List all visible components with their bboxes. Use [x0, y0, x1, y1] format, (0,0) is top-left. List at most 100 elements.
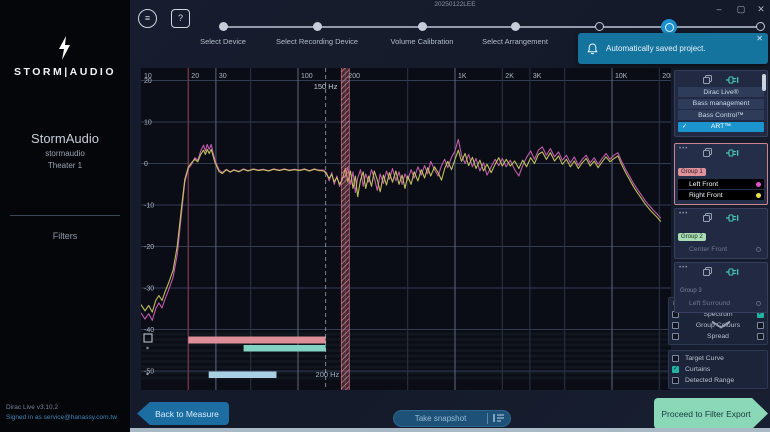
chart-canvas: 1020301002001K2K3K10K20K20100-10-20-30-4…	[140, 68, 675, 390]
scrollbar-thumb[interactable]	[762, 74, 766, 91]
theater-name: Theater 1	[47, 161, 83, 170]
svg-text:30: 30	[219, 73, 227, 80]
sidebar: STORM|AUDIO StormAudio stormaudio Theate…	[0, 0, 130, 432]
svg-text:150 Hz: 150 Hz	[314, 82, 338, 91]
svg-text:-20: -20	[144, 244, 154, 251]
product-name: StormAudio	[31, 131, 99, 146]
view-options-panel: Target Curve ✓ Curtains Detected Range	[668, 350, 768, 389]
channel-color-dot	[756, 181, 761, 187]
plug-icon[interactable]	[726, 213, 739, 222]
svg-text:1K: 1K	[458, 73, 467, 80]
processing-item-basscontrol[interactable]: Bass Control™	[678, 110, 764, 120]
notification-text: Automatically saved project.	[606, 44, 706, 53]
sidebar-divider	[10, 215, 120, 216]
signed-in-status: Signed in as service@hanassy.com.tw	[6, 414, 117, 421]
corrected-checkbox[interactable]	[757, 333, 764, 340]
sidebar-item-filters[interactable]: Filters	[0, 231, 130, 241]
processing-card-header	[677, 74, 765, 85]
bell-icon	[587, 42, 598, 55]
take-snapshot-label: Take snapshot	[414, 414, 467, 423]
svg-text:100: 100	[301, 73, 313, 80]
lightning-bolt-icon	[59, 36, 70, 60]
option-row: Target Curve	[672, 353, 764, 364]
stepper-step[interactable]	[312, 22, 322, 31]
stepper-step[interactable]	[417, 22, 427, 31]
view-checkbox[interactable]	[672, 355, 679, 362]
stepper-step[interactable]	[510, 22, 520, 31]
svg-text:20K: 20K	[662, 73, 671, 80]
plug-icon[interactable]	[726, 267, 739, 276]
device-name: stormaudio	[45, 149, 85, 158]
channel-color-dot	[756, 246, 761, 252]
back-to-measure-button[interactable]: Back to Measure	[137, 402, 229, 425]
more-options-icon[interactable]: •••	[679, 265, 688, 271]
group-badge: Group 2	[678, 233, 706, 241]
svg-text:-10: -10	[144, 203, 154, 210]
svg-text:20: 20	[144, 78, 152, 85]
svg-text:-50: -50	[144, 369, 154, 376]
stepper-step[interactable]	[218, 22, 228, 31]
processing-card: Dirac Live® Bass management Bass Control™ ✓…	[674, 70, 768, 137]
group-card-header	[677, 147, 765, 158]
autosave-notification: Automatically saved project. ✕	[578, 33, 768, 64]
group-card: ••• Group 1 Left Front Right Front	[674, 143, 768, 205]
channel-row[interactable]: Right Front	[678, 190, 764, 200]
svg-text:10K: 10K	[615, 73, 628, 80]
files-icon[interactable]	[703, 148, 712, 157]
channel-name: Left Front	[689, 180, 719, 188]
option-label: Detected Range	[685, 377, 735, 384]
proceed-to-filter-export-button[interactable]: Proceed to Filter Export	[654, 398, 768, 429]
group-card-header	[677, 212, 765, 223]
channel-name: Center Front	[689, 245, 728, 253]
measured-checkbox[interactable]	[672, 333, 679, 340]
option-row: ✓ Curtains	[672, 364, 764, 375]
frequency-response-chart[interactable]: 1020301002001K2K3K10K20K20100-10-20-30-4…	[140, 68, 675, 390]
svg-text:3K: 3K	[533, 73, 542, 80]
processing-item-art[interactable]: ✓ ART™	[678, 121, 764, 132]
processing-item-bassmanagement[interactable]: Bass management	[678, 98, 764, 109]
channel-row[interactable]: Left Front	[678, 179, 764, 189]
svg-text:-40: -40	[144, 327, 154, 334]
processing-item-diraclive[interactable]: Dirac Live®	[678, 87, 764, 97]
channel-panel: Dirac Live® Bass management Bass Control™ ✓…	[674, 70, 768, 334]
files-icon[interactable]	[703, 267, 712, 276]
stepper-step[interactable]	[755, 22, 765, 31]
snapshot-list-icon[interactable]	[488, 410, 510, 428]
channel-color-dot	[756, 192, 761, 198]
group-card-header	[677, 266, 765, 277]
group-card: ••• Group 3 Left Surround	[674, 262, 768, 313]
more-options-icon[interactable]: •••	[679, 146, 688, 152]
take-snapshot-button[interactable]: Take snapshot	[393, 410, 511, 427]
view-checkbox[interactable]: ✓	[672, 366, 679, 373]
channel-color-dot	[756, 300, 761, 306]
group-badge: Group 3	[680, 288, 702, 294]
channel-row[interactable]: Center Front	[678, 244, 764, 254]
channel-name: Right Front	[689, 191, 723, 199]
svg-text:200 Hz: 200 Hz	[316, 370, 340, 379]
files-icon[interactable]	[703, 213, 712, 222]
group-badge: Group 1	[678, 168, 706, 176]
option-label: Spread	[707, 333, 729, 340]
processing-item-label: Bass Control™	[698, 111, 744, 119]
channel-name: Left Surround	[689, 299, 731, 307]
stepper-step[interactable]	[594, 22, 604, 31]
option-row: Detected Range	[672, 375, 764, 386]
check-icon: ✓	[682, 124, 688, 130]
notification-close-icon[interactable]: ✕	[756, 34, 763, 43]
group-card: ••• Group 2 Center Front	[674, 208, 768, 259]
option-label: Target Curve	[685, 355, 724, 362]
stepper-step-label: Select Arrangement	[482, 37, 548, 46]
more-options-icon[interactable]: •••	[679, 211, 688, 217]
view-checkbox[interactable]	[672, 377, 679, 384]
files-icon[interactable]	[703, 75, 712, 84]
channel-row[interactable]: Left Surround	[678, 298, 764, 308]
option-label: Curtains	[685, 366, 711, 373]
plug-icon[interactable]	[726, 148, 739, 157]
plug-icon[interactable]	[726, 75, 739, 84]
svg-text:0: 0	[144, 161, 148, 168]
processing-item-label: Dirac Live®	[703, 88, 739, 96]
processing-item-label: ART™	[710, 123, 732, 130]
chevron-down-icon[interactable]	[674, 316, 768, 334]
svg-text:2K: 2K	[505, 73, 514, 80]
svg-text:200: 200	[348, 73, 360, 80]
